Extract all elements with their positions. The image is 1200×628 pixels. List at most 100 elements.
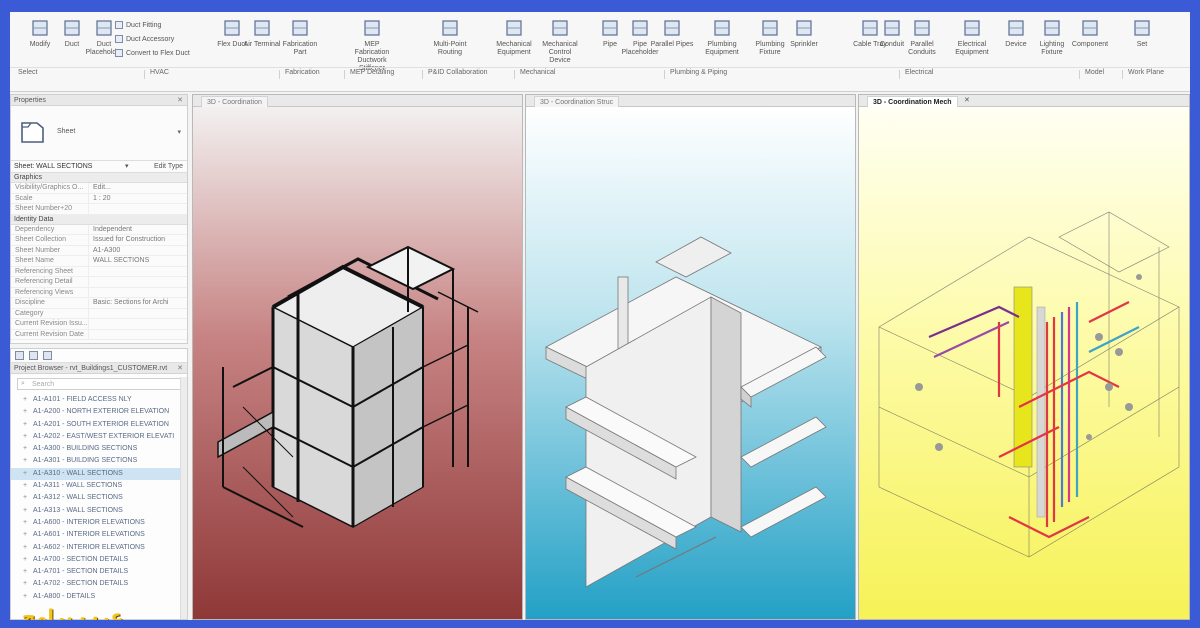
viewport-coordination-struc[interactable]	[526, 107, 855, 619]
expand-icon[interactable]: +	[23, 431, 27, 443]
browser-sheet-item[interactable]: + A1-A301 - BUILDING SECTIONS	[11, 455, 187, 467]
close-icon[interactable]: ✕	[177, 95, 183, 106]
browser-sheet-item[interactable]: + A1-A311 - WALL SECTIONS	[11, 480, 187, 492]
property-row[interactable]: Discipline Basic: Sections for Archi	[11, 298, 187, 309]
family-icon[interactable]	[43, 351, 52, 360]
property-value[interactable]: Independent	[89, 225, 187, 235]
expand-icon[interactable]: +	[23, 480, 27, 492]
browser-sheet-item[interactable]: + A1-A200 - NORTH EXTERIOR ELEVATION	[11, 406, 187, 418]
view-tab-coordination-struc[interactable]: 3D - Coordination Struc	[534, 96, 620, 107]
set-button[interactable]: Set	[1120, 18, 1164, 49]
parallel-pipes-button[interactable]: Parallel Pipes	[650, 18, 694, 49]
browser-sheet-item[interactable]: + A1-A312 - WALL SECTIONS	[11, 492, 187, 504]
browser-sheet-item[interactable]: + A1-A313 - WALL SECTIONS	[11, 505, 187, 517]
viewport-coordination[interactable]	[193, 107, 522, 619]
property-value[interactable]: WALL SECTIONS	[89, 256, 187, 266]
expand-icon[interactable]: +	[23, 591, 27, 603]
property-row[interactable]: Category	[11, 308, 187, 319]
ribbon-group-label[interactable]: MEP Detailing	[350, 69, 394, 76]
property-value[interactable]: Basic: Sections for Archi	[89, 298, 187, 308]
property-value[interactable]	[89, 330, 187, 340]
expand-icon[interactable]: +	[23, 566, 27, 578]
expand-icon[interactable]: +	[23, 517, 27, 529]
property-row[interactable]: Sheet Name WALL SECTIONS	[11, 256, 187, 267]
browser-sheet-item[interactable]: + A1-A202 - EAST/WEST EXTERIOR ELEVATI	[11, 431, 187, 443]
expand-icon[interactable]: +	[23, 554, 27, 566]
convert-to-flex-duct-button[interactable]: Convert to Flex Duct	[115, 49, 190, 58]
expand-icon[interactable]: +	[23, 419, 27, 431]
mep-fabrication-ductwork-button[interactable]: MEP Fabrication Ductwork Stiffener	[350, 18, 394, 73]
property-row[interactable]: Sheet Number+20	[11, 204, 187, 215]
duct-accessory-button[interactable]: Duct Accessory	[115, 35, 174, 44]
property-row[interactable]: Visibility/Graphics O... Edit...	[11, 183, 187, 194]
browser-sheet-item[interactable]: + A1-A700 - SECTION DETAILS	[11, 554, 187, 566]
property-row[interactable]: Sheet Number A1-A300	[11, 245, 187, 256]
expand-icon[interactable]: +	[23, 455, 27, 467]
chevron-down-icon[interactable]: ▾	[177, 128, 181, 136]
instance-filter[interactable]: Sheet: WALL SECTIONS ▾ Edit Type	[11, 161, 187, 173]
duct-fitting-button[interactable]: Duct Fitting	[115, 21, 161, 30]
property-row[interactable]: Referencing Views	[11, 287, 187, 298]
property-row[interactable]: Dependency Independent	[11, 224, 187, 235]
expand-icon[interactable]: +	[23, 492, 27, 504]
property-row[interactable]: Referencing Detail	[11, 277, 187, 288]
expand-icon[interactable]: +	[23, 406, 27, 418]
sprinkler-button[interactable]: Sprinkler	[782, 18, 826, 49]
property-value[interactable]: A1-A300	[89, 246, 187, 256]
edit-type-button[interactable]: Edit Type	[154, 161, 183, 173]
property-row[interactable]: Referencing Sheet	[11, 266, 187, 277]
property-row[interactable]: Current Revision Issu...	[11, 319, 187, 330]
expand-icon[interactable]: +	[23, 578, 27, 590]
mechanical-equipment-button[interactable]: Mechanical Equipment	[492, 18, 536, 57]
parallel-conduits-button[interactable]: Parallel Conduits	[900, 18, 944, 57]
ribbon-group-label[interactable]: HVAC	[150, 69, 169, 76]
property-value[interactable]: Issued for Construction	[89, 235, 187, 245]
property-value[interactable]	[89, 267, 187, 277]
ribbon-group-label[interactable]: Mechanical	[520, 69, 555, 76]
type-selector[interactable]: Sheet ▾	[11, 106, 187, 161]
property-value[interactable]	[89, 319, 187, 329]
property-row[interactable]: Sheet Collection Issued for Construction	[11, 235, 187, 246]
expand-icon[interactable]: +	[23, 443, 27, 455]
expand-icon[interactable]: +	[23, 468, 27, 480]
viewport-coordination-mech[interactable]	[859, 107, 1189, 619]
component-button[interactable]: Component	[1068, 18, 1112, 49]
close-icon[interactable]: ✕	[177, 363, 183, 374]
browser-sheet-item[interactable]: + A1-A600 - INTERIOR ELEVATIONS	[11, 517, 187, 529]
multi-point-routing-button[interactable]: Multi-Point Routing	[428, 18, 472, 57]
close-icon[interactable]: ✕	[964, 96, 970, 104]
ribbon-group-label[interactable]: Select	[18, 69, 37, 76]
view-tab-coordination-mech[interactable]: 3D - Coordination Mech	[867, 96, 958, 107]
property-value[interactable]: 1 : 20	[89, 194, 187, 204]
mechanical-control-device-button[interactable]: Mechanical Control Device	[538, 18, 582, 65]
property-value[interactable]	[89, 288, 187, 298]
expand-icon[interactable]: +	[23, 505, 27, 517]
property-row[interactable]: Current Revision Date	[11, 329, 187, 340]
property-section-header[interactable]: Graphics	[11, 173, 187, 183]
expand-icon[interactable]: +	[23, 529, 27, 541]
dropdown-icon[interactable]: ▾	[125, 161, 129, 173]
expand-icon[interactable]: +	[23, 542, 27, 554]
expand-icon[interactable]: +	[23, 394, 27, 406]
property-value[interactable]	[89, 204, 187, 214]
view-tab-coordination[interactable]: 3D - Coordination	[201, 96, 268, 107]
plumbing-equipment-button[interactable]: Plumbing Equipment	[700, 18, 744, 57]
electrical-equipment-button[interactable]: Electrical Equipment	[950, 18, 994, 57]
property-value[interactable]: Edit...	[89, 183, 187, 193]
ribbon-group-label[interactable]: Fabrication	[285, 69, 320, 76]
browser-sheet-item[interactable]: + A1-A702 - SECTION DETAILS	[11, 578, 187, 590]
property-value[interactable]	[89, 277, 187, 287]
view-icon[interactable]	[15, 351, 24, 360]
browser-sheet-item[interactable]: + A1-A300 - BUILDING SECTIONS	[11, 443, 187, 455]
ribbon-group-label[interactable]: Work Plane	[1128, 69, 1164, 76]
ribbon-group-label[interactable]: Model	[1085, 69, 1104, 76]
browser-sheet-item[interactable]: + A1-A201 - SOUTH EXTERIOR ELEVATION	[11, 419, 187, 431]
fabrication-part-button[interactable]: Fabrication Part	[278, 18, 322, 57]
browser-scrollbar[interactable]	[180, 377, 187, 619]
ribbon-group-label[interactable]: Plumbing & Piping	[670, 69, 727, 76]
browser-sheet-item[interactable]: + A1-A601 - INTERIOR ELEVATIONS	[11, 529, 187, 541]
browser-sheet-item[interactable]: + A1-A602 - INTERIOR ELEVATIONS	[11, 542, 187, 554]
property-value[interactable]	[89, 309, 187, 319]
browser-sheet-item[interactable]: + A1-A701 - SECTION DETAILS	[11, 566, 187, 578]
browser-search-input[interactable]: ⌕ Search	[17, 378, 181, 390]
